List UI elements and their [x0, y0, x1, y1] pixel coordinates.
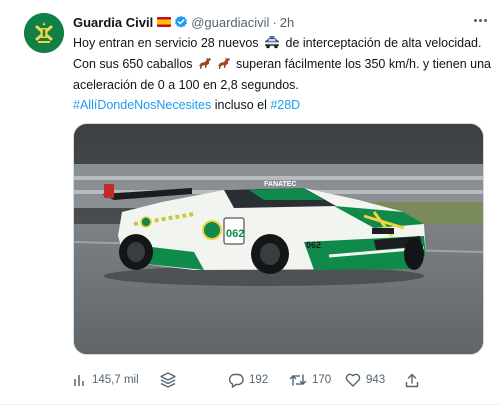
like-count: 943 — [366, 374, 386, 386]
tweet-text-line-1: Hoy entran en servicio 28 nuevos de inte… — [73, 34, 493, 55]
retweet-count: 170 — [312, 374, 332, 386]
tweet-header: Guardia Civil @guardiacivil · 2h — [73, 13, 294, 31]
tweet-card[interactable]: Guardia Civil @guardiacivil · 2h Hoy ent… — [0, 0, 500, 412]
like-action[interactable]: 943 — [345, 370, 385, 390]
views-count: 145,7 mil — [92, 374, 139, 386]
reply-count: 192 — [249, 374, 269, 386]
tweet-action-bar: 145,7 mil 192 170 943 — [73, 370, 493, 390]
tweet-divider — [0, 404, 500, 405]
separator-dot: · — [272, 14, 277, 30]
share-action[interactable] — [405, 370, 419, 390]
author-handle[interactable]: @guardiacivil — [191, 15, 269, 30]
author-name[interactable]: Guardia Civil — [73, 15, 153, 30]
hashtag-link-allidondenosnecesites[interactable]: #AllíDondeNosNecesites — [73, 98, 211, 112]
tweet-hashtags: #AllíDondeNosNecesites incluso el #28D — [73, 96, 300, 115]
hashtag-connector-text: incluso el — [211, 98, 271, 112]
retweet-action[interactable]: 170 — [289, 370, 331, 390]
reply-icon — [228, 373, 244, 388]
retweet-icon — [289, 374, 307, 386]
hashtag-link-28d[interactable]: #28D — [270, 98, 300, 112]
text-segment: de interceptación de alta velocidad. — [285, 36, 482, 50]
text-segment: aceleración de 0 a 100 en 2,8 segundos. — [73, 78, 299, 92]
tweet-timestamp[interactable]: 2h — [280, 15, 294, 30]
verified-badge-icon — [174, 15, 188, 29]
horse-emoji-icon — [198, 57, 212, 76]
race-car-photo: 062 062 FANATEC — [74, 124, 483, 354]
tweet-text-line-2: Con sus 650 caballos superan fácilmente … — [73, 55, 493, 76]
reply-action[interactable]: 192 — [228, 370, 268, 390]
text-segment: Hoy entran en servicio 28 nuevos — [73, 36, 259, 50]
heart-icon — [345, 373, 361, 387]
tweet-text-line-3: aceleración de 0 a 100 en 2,8 segundos. — [73, 76, 493, 95]
tweet-media-image[interactable]: 062 062 FANATEC — [73, 123, 484, 355]
analytics-action[interactable] — [159, 370, 177, 390]
more-options-icon[interactable] — [470, 12, 490, 28]
views-chart-icon — [74, 375, 84, 386]
guardia-civil-emblem-icon — [24, 13, 64, 53]
share-icon — [405, 373, 419, 387]
text-segment: Con sus 650 caballos — [73, 57, 193, 71]
car-windscreen-banner: FANATEC — [264, 181, 297, 188]
profile-avatar[interactable] — [24, 13, 64, 53]
police-car-emoji-icon — [264, 36, 280, 55]
horse-emoji-icon — [217, 57, 231, 76]
tweet-text: Hoy entran en servicio 28 nuevos de inte… — [73, 34, 493, 95]
spain-flag-icon — [157, 17, 172, 27]
stack-layers-icon — [160, 372, 176, 388]
text-segment: superan fácilmente los 350 km/h. y tiene… — [235, 57, 491, 71]
car-number-front: 062 — [306, 240, 321, 250]
views-action[interactable]: 145,7 mil — [73, 370, 139, 390]
car-number-side: 062 — [226, 228, 244, 240]
